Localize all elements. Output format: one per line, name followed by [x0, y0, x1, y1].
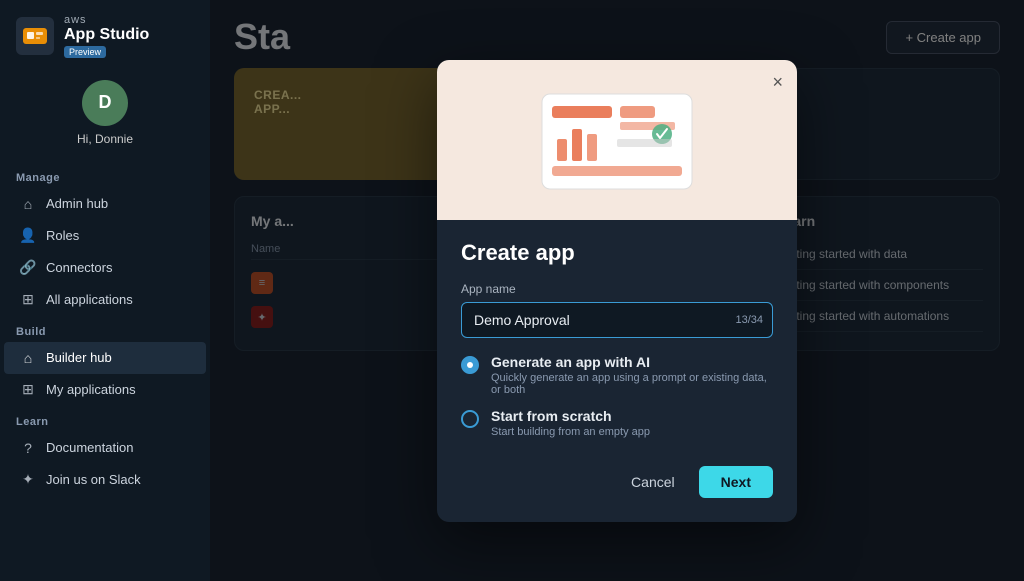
sidebar: aws App Studio Preview D Hi, Donnie Mana…: [0, 0, 210, 581]
cancel-button[interactable]: Cancel: [617, 466, 689, 498]
logo-text: aws App Studio Preview: [64, 14, 149, 58]
aws-label: aws: [64, 14, 149, 26]
sidebar-item-label-connectors: Connectors: [46, 260, 112, 275]
build-section-label: Build: [0, 316, 210, 342]
sidebar-item-slack[interactable]: ✦ Join us on Slack: [4, 464, 206, 496]
app-name-label: App name: [461, 282, 773, 296]
slack-icon: ✦: [20, 472, 36, 488]
sidebar-item-all-applications[interactable]: ⊞ All applications: [4, 284, 206, 316]
start-scratch-radio[interactable]: [461, 410, 479, 428]
char-count: 13/34: [735, 314, 763, 326]
logo-icon: [16, 17, 54, 55]
sidebar-item-label-my-apps: My applications: [46, 382, 136, 397]
generate-ai-desc: Quickly generate an app using a prompt o…: [491, 372, 773, 396]
modal-footer: Cancel Next: [461, 462, 773, 498]
preview-badge: Preview: [64, 46, 106, 58]
manage-section-label: Manage: [0, 162, 210, 188]
sidebar-item-label-roles: Roles: [46, 228, 79, 243]
sidebar-item-label-admin-hub: Admin hub: [46, 196, 108, 211]
grid-icon: ⊞: [20, 292, 36, 308]
avatar: D: [82, 80, 128, 126]
next-button[interactable]: Next: [699, 466, 773, 498]
generate-ai-radio[interactable]: [461, 356, 479, 374]
sidebar-item-label-docs: Documentation: [46, 440, 133, 455]
modal-overlay: × Create app App name 13/34 Generate an …: [210, 0, 1024, 581]
sidebar-item-my-applications[interactable]: ⊞ My applications: [4, 374, 206, 406]
sidebar-item-documentation[interactable]: ? Documentation: [4, 432, 206, 464]
creation-options: Generate an app with AI Quickly generate…: [461, 354, 773, 438]
sidebar-item-builder-hub[interactable]: ⌂ Builder hub: [4, 342, 206, 374]
generate-ai-option[interactable]: Generate an app with AI Quickly generate…: [461, 354, 773, 396]
sidebar-item-label-all-apps: All applications: [46, 292, 133, 307]
roles-icon: 👤: [20, 228, 36, 244]
start-scratch-option[interactable]: Start from scratch Start building from a…: [461, 408, 773, 438]
generate-ai-label: Generate an app with AI: [491, 354, 773, 370]
docs-icon: ?: [20, 440, 36, 456]
learn-section-label: Learn: [0, 406, 210, 432]
modal-body: Create app App name 13/34 Generate an ap…: [437, 220, 797, 522]
sidebar-item-admin-hub[interactable]: ⌂ Admin hub: [4, 188, 206, 220]
builder-icon: ⌂: [20, 350, 36, 366]
main-content: Sta + Create app CREA...APP... O: BUILDR…: [210, 0, 1024, 581]
modal-close-button[interactable]: ×: [772, 72, 783, 93]
connectors-icon: 🔗: [20, 260, 36, 276]
app-name-field-wrapper: 13/34: [461, 302, 773, 338]
user-greeting: Hi, Donnie: [77, 132, 133, 146]
logo-area: aws App Studio Preview: [0, 0, 210, 68]
modal-title: Create app: [461, 240, 773, 266]
app-name-input[interactable]: [461, 302, 773, 338]
sidebar-item-roles[interactable]: 👤 Roles: [4, 220, 206, 252]
sidebar-item-label-slack: Join us on Slack: [46, 472, 141, 487]
sidebar-item-label-builder-hub: Builder hub: [46, 350, 112, 365]
apps-icon: ⊞: [20, 382, 36, 398]
modal-illustration: [437, 60, 797, 220]
start-scratch-label: Start from scratch: [491, 408, 650, 424]
start-scratch-desc: Start building from an empty app: [491, 426, 650, 438]
app-studio-label: App Studio: [64, 26, 149, 44]
user-profile: D Hi, Donnie: [0, 68, 210, 162]
create-app-modal: × Create app App name 13/34 Generate an …: [437, 60, 797, 522]
generate-ai-text: Generate an app with AI Quickly generate…: [491, 354, 773, 396]
start-scratch-text: Start from scratch Start building from a…: [491, 408, 650, 438]
sidebar-item-connectors[interactable]: 🔗 Connectors: [4, 252, 206, 284]
home-icon: ⌂: [20, 196, 36, 212]
